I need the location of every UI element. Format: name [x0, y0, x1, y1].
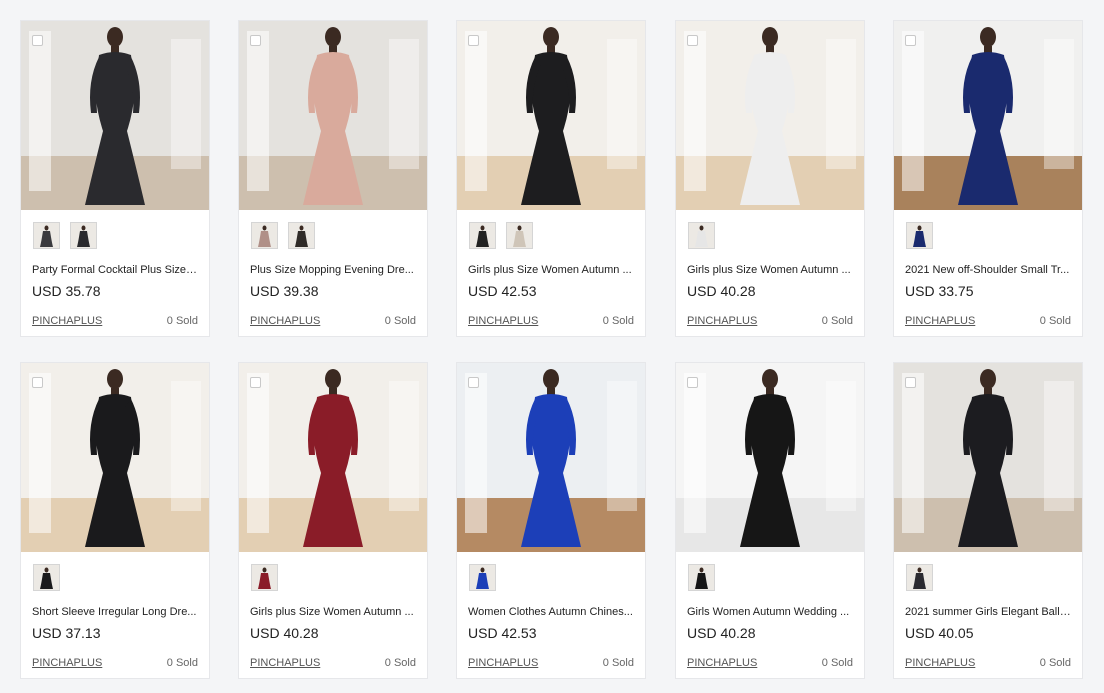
- variant-thumbnails: [688, 222, 715, 249]
- product-price: USD 42.53: [468, 283, 537, 299]
- select-checkbox[interactable]: [905, 377, 916, 388]
- variant-thumbnails: [906, 564, 933, 591]
- store-link[interactable]: PINCHAPLUS: [32, 315, 102, 327]
- store-link[interactable]: PINCHAPLUS: [687, 657, 757, 669]
- product-price: USD 40.05: [905, 625, 974, 641]
- select-checkbox[interactable]: [687, 377, 698, 388]
- product-card[interactable]: Plus Size Mopping Evening Dre... USD 39.3…: [238, 20, 428, 337]
- variant-thumbnail[interactable]: [251, 564, 278, 591]
- select-checkbox[interactable]: [687, 35, 698, 46]
- product-price: USD 42.53: [468, 625, 537, 641]
- product-title[interactable]: Girls plus Size Women Autumn ...: [687, 264, 853, 276]
- product-card[interactable]: 2021 summer Girls Elegant Ball ... USD 40…: [893, 362, 1083, 679]
- product-photo[interactable]: [239, 363, 427, 552]
- product-card[interactable]: Short Sleeve Irregular Long Dre... USD 37…: [20, 362, 210, 679]
- store-link[interactable]: PINCHAPLUS: [250, 315, 320, 327]
- store-link[interactable]: PINCHAPLUS: [687, 315, 757, 327]
- product-card[interactable]: Girls plus Size Women Autumn ... USD 40.2…: [238, 362, 428, 679]
- product-title[interactable]: 2021 New off-Shoulder Small Tr...: [905, 264, 1071, 276]
- variant-thumbnail[interactable]: [506, 222, 533, 249]
- product-title[interactable]: Girls Women Autumn Wedding ...: [687, 606, 853, 618]
- product-title[interactable]: 2021 summer Girls Elegant Ball ...: [905, 606, 1071, 618]
- select-checkbox[interactable]: [32, 35, 43, 46]
- variant-thumbnail[interactable]: [469, 564, 496, 591]
- select-checkbox[interactable]: [468, 35, 479, 46]
- product-photo[interactable]: [894, 363, 1082, 552]
- product-photo[interactable]: [21, 363, 209, 552]
- variant-thumbnail[interactable]: [688, 222, 715, 249]
- variant-thumbnails: [33, 564, 60, 591]
- store-link[interactable]: PINCHAPLUS: [468, 657, 538, 669]
- product-price: USD 33.75: [905, 283, 974, 299]
- sold-count: 0 Sold: [166, 657, 198, 669]
- variant-thumbnail[interactable]: [288, 222, 315, 249]
- store-link[interactable]: PINCHAPLUS: [468, 315, 538, 327]
- sold-count: 0 Sold: [821, 315, 853, 327]
- select-checkbox[interactable]: [905, 35, 916, 46]
- product-title[interactable]: Girls plus Size Women Autumn ...: [250, 606, 416, 618]
- variant-thumbnail[interactable]: [33, 564, 60, 591]
- variant-thumbnail[interactable]: [70, 222, 97, 249]
- product-title[interactable]: Party Formal Cocktail Plus Size ...: [32, 264, 198, 276]
- product-card[interactable]: 2021 New off-Shoulder Small Tr... USD 33.…: [893, 20, 1083, 337]
- product-card[interactable]: Women Clothes Autumn Chines... USD 42.53 P…: [456, 362, 646, 679]
- product-photo[interactable]: [457, 363, 645, 552]
- store-link[interactable]: PINCHAPLUS: [32, 657, 102, 669]
- variant-thumbnail[interactable]: [906, 564, 933, 591]
- product-title[interactable]: Women Clothes Autumn Chines...: [468, 606, 634, 618]
- variant-thumbnail[interactable]: [469, 222, 496, 249]
- store-link[interactable]: PINCHAPLUS: [905, 315, 975, 327]
- product-card[interactable]: Girls Women Autumn Wedding ... USD 40.28 P…: [675, 362, 865, 679]
- product-price: USD 37.13: [32, 625, 101, 641]
- product-photo[interactable]: [894, 21, 1082, 210]
- variant-thumbnail[interactable]: [688, 564, 715, 591]
- store-link[interactable]: PINCHAPLUS: [905, 657, 975, 669]
- product-photo[interactable]: [676, 363, 864, 552]
- product-photo[interactable]: [239, 21, 427, 210]
- product-title[interactable]: Girls plus Size Women Autumn ...: [468, 264, 634, 276]
- variant-thumbnail[interactable]: [906, 222, 933, 249]
- sold-count: 0 Sold: [821, 657, 853, 669]
- product-grid: Party Formal Cocktail Plus Size ... USD 3…: [0, 0, 1104, 693]
- variant-thumbnails: [469, 564, 496, 591]
- sold-count: 0 Sold: [384, 657, 416, 669]
- product-card[interactable]: Girls plus Size Women Autumn ... USD 40.2…: [675, 20, 865, 337]
- product-photo[interactable]: [676, 21, 864, 210]
- variant-thumbnails: [688, 564, 715, 591]
- variant-thumbnail[interactable]: [251, 222, 278, 249]
- variant-thumbnails: [469, 222, 533, 249]
- product-price: USD 39.38: [250, 283, 319, 299]
- product-photo[interactable]: [21, 21, 209, 210]
- product-price: USD 40.28: [687, 283, 756, 299]
- variant-thumbnails: [251, 564, 278, 591]
- variant-thumbnails: [251, 222, 315, 249]
- variant-thumbnails: [906, 222, 933, 249]
- sold-count: 0 Sold: [384, 315, 416, 327]
- variant-thumbnail[interactable]: [33, 222, 60, 249]
- select-checkbox[interactable]: [250, 377, 261, 388]
- sold-count: 0 Sold: [1039, 315, 1071, 327]
- product-card[interactable]: Girls plus Size Women Autumn ... USD 42.5…: [456, 20, 646, 337]
- product-price: USD 35.78: [32, 283, 101, 299]
- product-title[interactable]: Short Sleeve Irregular Long Dre...: [32, 606, 198, 618]
- sold-count: 0 Sold: [602, 657, 634, 669]
- select-checkbox[interactable]: [468, 377, 479, 388]
- product-price: USD 40.28: [687, 625, 756, 641]
- sold-count: 0 Sold: [166, 315, 198, 327]
- sold-count: 0 Sold: [1039, 657, 1071, 669]
- select-checkbox[interactable]: [250, 35, 261, 46]
- product-title[interactable]: Plus Size Mopping Evening Dre...: [250, 264, 416, 276]
- product-photo[interactable]: [457, 21, 645, 210]
- product-card[interactable]: Party Formal Cocktail Plus Size ... USD 3…: [20, 20, 210, 337]
- store-link[interactable]: PINCHAPLUS: [250, 657, 320, 669]
- sold-count: 0 Sold: [602, 315, 634, 327]
- select-checkbox[interactable]: [32, 377, 43, 388]
- product-price: USD 40.28: [250, 625, 319, 641]
- variant-thumbnails: [33, 222, 97, 249]
